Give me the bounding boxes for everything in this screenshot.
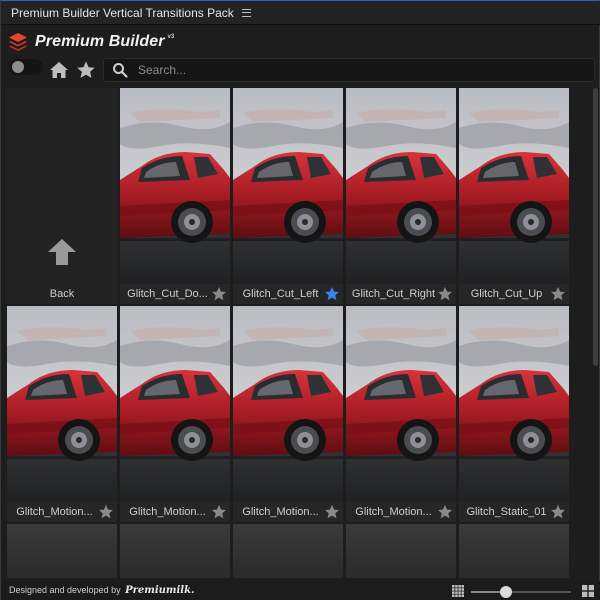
search-icon bbox=[113, 63, 128, 78]
toggle-knob bbox=[12, 61, 24, 73]
transition-tile[interactable]: Glitch_Motion... bbox=[233, 306, 343, 522]
favorite-star-icon[interactable] bbox=[550, 504, 566, 520]
transition-name: Glitch_Motion... bbox=[129, 506, 206, 518]
slider-knob[interactable] bbox=[500, 586, 512, 598]
tile-caption: Glitch_Cut_Left bbox=[233, 286, 343, 302]
transition-tile[interactable]: Glitch_Cut_Left bbox=[233, 88, 343, 304]
transitions-grid: Back Glitch_Cut_Do... Glitch_Cut_Left Gl… bbox=[7, 88, 587, 578]
transition-name: Glitch_Motion... bbox=[16, 506, 93, 518]
large-grid-icon[interactable] bbox=[582, 585, 594, 597]
favorite-star-icon[interactable] bbox=[550, 286, 566, 302]
preview-thumbnail bbox=[120, 306, 230, 502]
transition-tile[interactable]: Glitch_Motion... bbox=[7, 306, 117, 522]
transition-tile[interactable]: Glitch_Motion... bbox=[346, 306, 456, 522]
panel-tab-bar: Premium Builder Vertical Transitions Pac… bbox=[1, 1, 600, 25]
tile-caption: Glitch_Cut_Do... bbox=[120, 286, 230, 302]
mode-toggle[interactable] bbox=[9, 59, 43, 75]
transition-name: Glitch_Motion... bbox=[242, 506, 319, 518]
preview-thumbnail bbox=[459, 306, 569, 502]
favorites-star-icon[interactable] bbox=[76, 60, 96, 80]
brand-version: v3 bbox=[167, 34, 175, 40]
transition-name: Glitch_Motion... bbox=[355, 506, 432, 518]
favorite-star-icon[interactable] bbox=[437, 504, 453, 520]
tile-caption: Glitch_Cut_Up bbox=[459, 286, 569, 302]
transition-name: Glitch_Cut_Right bbox=[351, 288, 436, 300]
preview-thumbnail bbox=[233, 306, 343, 502]
favorite-star-icon[interactable] bbox=[437, 286, 453, 302]
layers-logo-icon bbox=[9, 33, 27, 51]
favorite-star-icon[interactable] bbox=[211, 286, 227, 302]
preview-thumbnail bbox=[346, 306, 456, 502]
preview-thumbnail bbox=[346, 88, 456, 284]
small-grid-icon[interactable] bbox=[452, 585, 464, 597]
transition-tile[interactable]: Glitch_Cut_Up bbox=[459, 88, 569, 304]
loading-tile[interactable] bbox=[7, 524, 117, 578]
search-input[interactable] bbox=[138, 63, 578, 77]
toolbar bbox=[1, 57, 600, 83]
favorite-star-icon[interactable] bbox=[211, 504, 227, 520]
preview-thumbnail bbox=[233, 88, 343, 284]
transition-tile[interactable]: Glitch_Cut_Right bbox=[346, 88, 456, 304]
transition-name: Glitch_Static_01 bbox=[466, 506, 547, 518]
tile-caption: Glitch_Motion... bbox=[233, 504, 343, 520]
search-box bbox=[103, 58, 595, 82]
preview-thumbnail bbox=[459, 88, 569, 284]
transition-name: Glitch_Cut_Left bbox=[242, 288, 319, 300]
credit-text: Designed and developed by bbox=[9, 585, 121, 595]
grid-scrollbar[interactable] bbox=[592, 88, 599, 576]
tile-caption: Glitch_Cut_Right bbox=[346, 286, 456, 302]
transition-name: Glitch_Cut_Up bbox=[470, 288, 543, 300]
tile-caption: Glitch_Motion... bbox=[346, 504, 456, 520]
transition-name: Glitch_Cut_Do... bbox=[127, 288, 208, 300]
arrow-up-icon bbox=[48, 239, 76, 265]
tile-caption: Glitch_Motion... bbox=[120, 504, 230, 520]
extension-panel: Premium Builder Vertical Transitions Pac… bbox=[0, 0, 600, 600]
back-label: Back bbox=[49, 288, 75, 300]
loading-tile[interactable] bbox=[233, 524, 343, 578]
brand-name: Premium Builder bbox=[35, 33, 165, 50]
brand-header: Premium Builder v3 bbox=[7, 30, 174, 54]
credit-brand[interactable]: Premiumilk. bbox=[125, 585, 194, 596]
credit-line: Designed and developed by Premiumilk. bbox=[9, 585, 195, 596]
preview-thumbnail bbox=[120, 88, 230, 284]
loading-tile[interactable] bbox=[346, 524, 456, 578]
transition-tile[interactable]: Glitch_Static_01 bbox=[459, 306, 569, 522]
transition-tile[interactable]: Glitch_Cut_Do... bbox=[120, 88, 230, 304]
footer: Designed and developed by Premiumilk. bbox=[1, 581, 600, 600]
loading-tile[interactable] bbox=[459, 524, 569, 578]
favorite-star-icon[interactable] bbox=[324, 286, 340, 302]
favorite-star-icon[interactable] bbox=[98, 504, 114, 520]
back-tile[interactable]: Back bbox=[7, 88, 117, 304]
favorite-star-icon[interactable] bbox=[324, 504, 340, 520]
thumbnail-size-slider[interactable] bbox=[471, 586, 571, 598]
tile-caption: Glitch_Motion... bbox=[7, 504, 117, 520]
panel-menu-icon[interactable] bbox=[241, 8, 251, 17]
scrollbar-thumb[interactable] bbox=[593, 88, 598, 366]
preview-thumbnail bbox=[7, 306, 117, 502]
loading-tile[interactable] bbox=[120, 524, 230, 578]
home-icon[interactable] bbox=[49, 60, 69, 80]
tile-caption: Glitch_Static_01 bbox=[459, 504, 569, 520]
transition-tile[interactable]: Glitch_Motion... bbox=[120, 306, 230, 522]
panel-title: Premium Builder Vertical Transitions Pac… bbox=[11, 5, 234, 20]
